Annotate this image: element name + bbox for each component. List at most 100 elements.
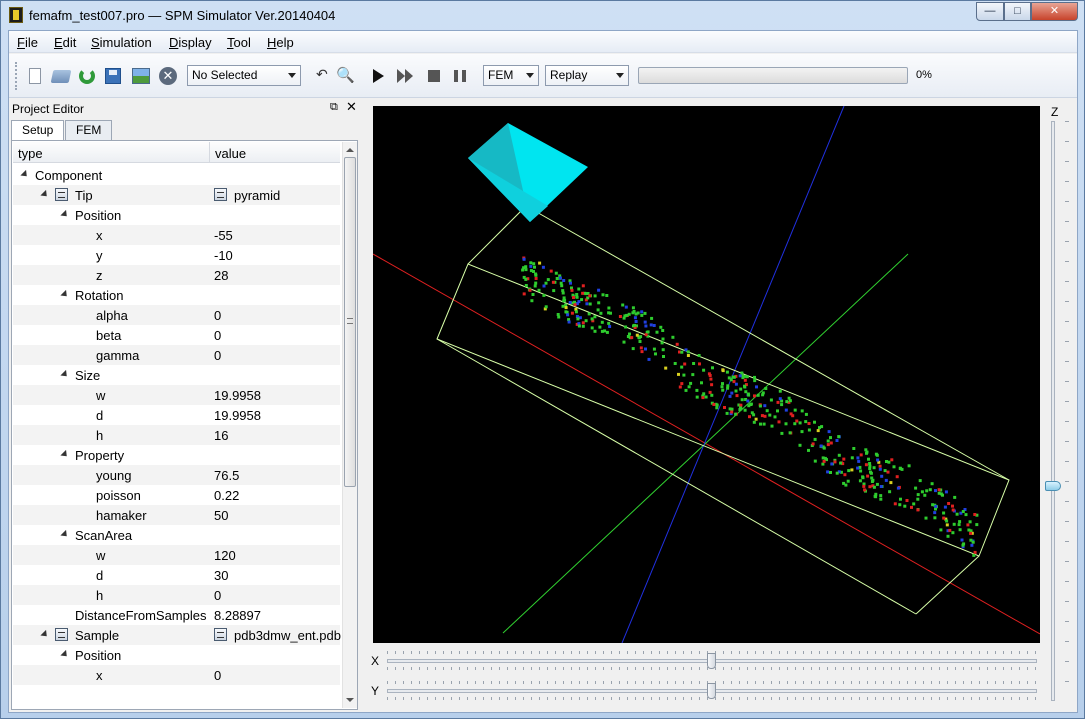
- tree-row[interactable]: Position: [13, 205, 340, 225]
- tree-row[interactable]: gamma 0: [13, 345, 340, 365]
- tree-row[interactable]: hamaker 50: [13, 505, 340, 525]
- tree-row[interactable]: d 19.9958: [13, 405, 340, 425]
- tree-row[interactable]: alpha 0: [13, 305, 340, 325]
- close-window-button[interactable]: ✕: [1031, 2, 1078, 21]
- close-circle-icon[interactable]: ✕: [158, 66, 178, 86]
- 3d-viewport[interactable]: [373, 106, 1040, 643]
- column-header-value[interactable]: value: [215, 146, 246, 161]
- expand-arrow-icon[interactable]: [60, 649, 70, 660]
- minimize-button[interactable]: —: [976, 2, 1004, 21]
- fast-forward-icon[interactable]: [397, 69, 415, 83]
- float-panel-icon[interactable]: ⧉: [330, 101, 338, 114]
- tree-row[interactable]: x -55: [13, 225, 340, 245]
- open-folder-icon[interactable]: [50, 66, 72, 86]
- z-slider-handle[interactable]: [1045, 480, 1061, 491]
- column-header-type[interactable]: type: [18, 146, 43, 161]
- maximize-button[interactable]: □: [1004, 2, 1031, 21]
- replay-combo[interactable]: Replay: [545, 65, 629, 86]
- menu-simulation[interactable]: Simulation: [91, 35, 152, 50]
- menu-tool[interactable]: Tool: [227, 35, 251, 50]
- tree-row-value[interactable]: 19.9958: [214, 408, 261, 423]
- expand-arrow-icon[interactable]: [60, 449, 70, 460]
- tab-setup[interactable]: Setup: [11, 120, 65, 141]
- tree-row[interactable]: ScanArea: [13, 525, 340, 545]
- tree-row-value[interactable]: -55: [214, 228, 233, 243]
- pause-icon[interactable]: [454, 70, 466, 82]
- expand-arrow-icon[interactable]: [40, 629, 50, 640]
- tree-row[interactable]: Sample pdb3dmw_ent.pdb: [13, 625, 341, 645]
- stop-icon[interactable]: [428, 70, 440, 82]
- value-type-icon: [214, 188, 227, 201]
- tree-row-value[interactable]: 28: [214, 268, 228, 283]
- expand-arrow-icon[interactable]: [60, 209, 70, 220]
- tree-row-value[interactable]: 16: [214, 428, 228, 443]
- tree-row[interactable]: z 28: [13, 265, 340, 285]
- tree-row-value[interactable]: -10: [214, 248, 233, 263]
- tree-row[interactable]: Rotation: [13, 285, 340, 305]
- menu-display[interactable]: Display: [169, 35, 212, 50]
- tree-row[interactable]: poisson 0.22: [13, 485, 340, 505]
- new-file-icon[interactable]: [25, 66, 45, 86]
- play-icon[interactable]: [373, 69, 384, 83]
- expand-arrow-icon[interactable]: [60, 369, 70, 380]
- tree-row[interactable]: Tip pyramid: [13, 185, 340, 205]
- tree-row[interactable]: w 19.9958: [13, 385, 340, 405]
- tab-fem[interactable]: FEM: [65, 120, 113, 140]
- tree-row[interactable]: h0: [13, 585, 340, 605]
- selection-combo[interactable]: No Selected: [187, 65, 301, 86]
- tree-row[interactable]: w 120: [13, 545, 340, 565]
- scroll-down-arrow[interactable]: [346, 698, 354, 702]
- tree-row-value[interactable]: 19.9958: [214, 388, 261, 403]
- tree-row[interactable]: Size: [13, 365, 340, 385]
- x-slider-handle[interactable]: [707, 653, 716, 669]
- zoom-icon[interactable]: 🔍: [336, 66, 355, 84]
- scroll-up-arrow[interactable]: [346, 148, 354, 152]
- atom-point: [544, 281, 548, 285]
- tree-row-value[interactable]: 120: [214, 548, 236, 563]
- tree-row[interactable]: young 76.5: [13, 465, 340, 485]
- save-icon[interactable]: [103, 66, 123, 86]
- tree-row[interactable]: x0: [13, 665, 340, 685]
- expand-arrow-icon[interactable]: [20, 169, 30, 180]
- tree-row-value[interactable]: 0.22: [214, 488, 239, 503]
- undo-icon[interactable]: ↶: [316, 66, 328, 83]
- tree-row-value[interactable]: 0: [214, 588, 221, 603]
- tree-row-value[interactable]: 50: [214, 508, 228, 523]
- menu-help[interactable]: Help: [267, 35, 294, 50]
- tree-row-value[interactable]: 0: [214, 668, 221, 683]
- tree-row-value[interactable]: 30: [214, 568, 228, 583]
- tree-row-value[interactable]: 0: [214, 328, 221, 343]
- tree-row[interactable]: d 30: [13, 565, 340, 585]
- scroll-thumb[interactable]: [344, 157, 356, 487]
- tree-row-value[interactable]: 76.5: [214, 468, 239, 483]
- tree-row-label: Size: [75, 368, 101, 383]
- tree-row-value[interactable]: 0: [214, 308, 221, 323]
- image-icon[interactable]: [131, 66, 151, 86]
- tree-row[interactable]: beta 0: [13, 325, 340, 345]
- vertical-scrollbar[interactable]: [342, 142, 357, 708]
- z-slider-track[interactable]: [1051, 121, 1055, 701]
- tree-row-value[interactable]: pyramid: [234, 188, 280, 203]
- tree-row[interactable]: y -10: [13, 245, 340, 265]
- atom-point: [762, 422, 766, 426]
- tree-row-value[interactable]: 8.28897: [214, 608, 261, 623]
- close-panel-icon[interactable]: ✕: [346, 99, 357, 115]
- tree-row[interactable]: h 16: [13, 425, 340, 445]
- menu-edit[interactable]: Edit: [54, 35, 76, 50]
- expand-arrow-icon[interactable]: [60, 289, 70, 300]
- toolbar-grip[interactable]: [15, 62, 18, 90]
- refresh-icon[interactable]: [77, 66, 97, 86]
- title-bar[interactable]: femafm_test007.pro — SPM Simulator Ver.2…: [1, 1, 1084, 29]
- menu-file[interactable]: File: [17, 35, 38, 50]
- tree-row[interactable]: Property: [13, 445, 340, 465]
- tree-row[interactable]: DistanceFromSamples 8.28897: [13, 605, 340, 625]
- tree-row[interactable]: Position: [13, 645, 340, 665]
- tree-row[interactable]: Component: [13, 165, 340, 185]
- tree-row-value[interactable]: pdb3dmw_ent.pdb: [234, 628, 341, 643]
- mode-combo[interactable]: FEM: [483, 65, 539, 86]
- tree-row-value[interactable]: 0: [214, 348, 221, 363]
- column-separator[interactable]: [209, 142, 210, 163]
- y-slider-handle[interactable]: [707, 683, 716, 699]
- expand-arrow-icon[interactable]: [40, 189, 50, 200]
- expand-arrow-icon[interactable]: [60, 529, 70, 540]
